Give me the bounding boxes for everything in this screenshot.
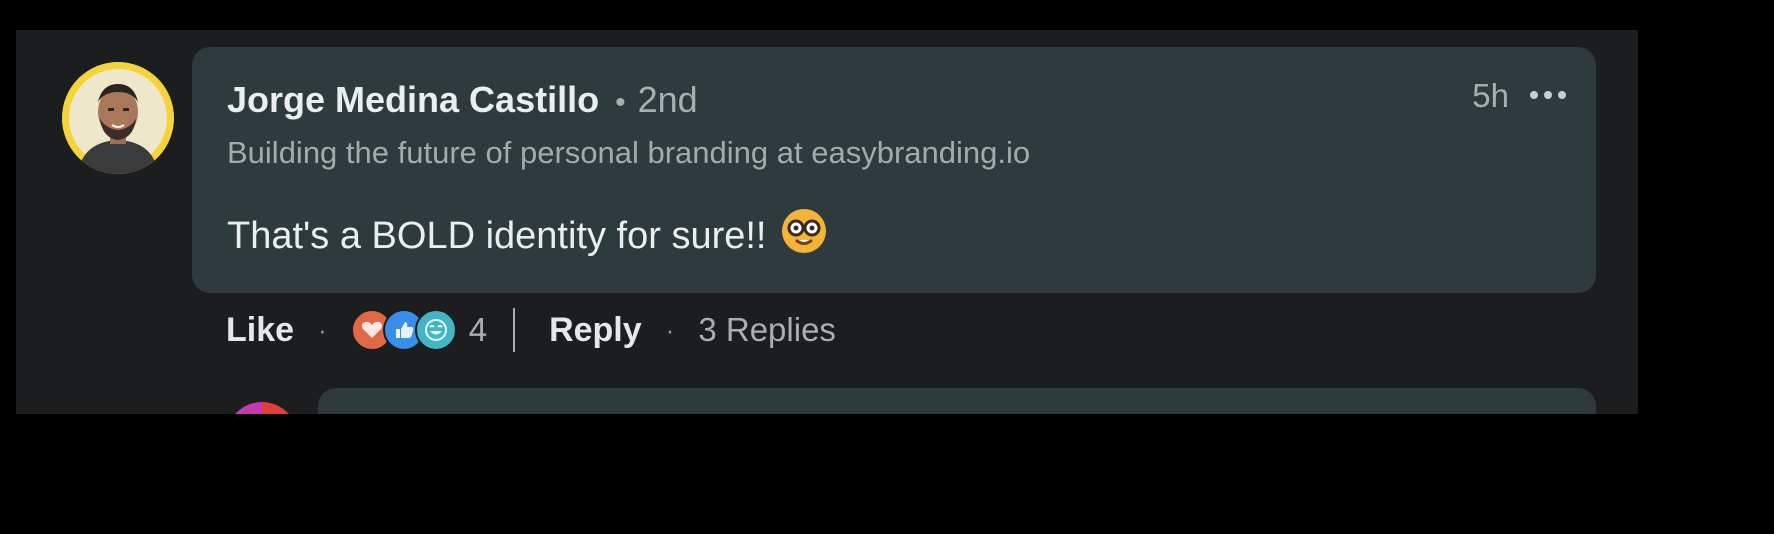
- more-options-button[interactable]: [1526, 75, 1570, 115]
- author-name[interactable]: Jorge Medina Castillo: [227, 79, 599, 121]
- nerd-face-emoji: [780, 207, 828, 265]
- avatar-photo: [62, 62, 174, 174]
- ellipsis-icon: [1530, 91, 1566, 99]
- like-button[interactable]: Like: [226, 311, 294, 350]
- author-line: Jorge Medina Castillo • 2nd: [227, 79, 698, 121]
- replies-link[interactable]: 3 Replies: [698, 311, 836, 349]
- divider: [513, 308, 516, 352]
- comments-panel: Jorge Medina Castillo • 2nd Building the…: [16, 30, 1638, 414]
- next-comment-avatar[interactable]: [226, 402, 298, 414]
- comment-actions: Like · 4 Reply · 3 Replies: [226, 306, 836, 354]
- separator-dot: •: [615, 86, 626, 119]
- next-comment-bubble: [318, 388, 1596, 414]
- comment-text: That's a BOLD identity for sure!!: [227, 214, 767, 257]
- comment-body: That's a BOLD identity for sure!!: [227, 207, 828, 265]
- separator-dot: ·: [318, 314, 327, 345]
- funny-reaction-icon: [414, 309, 457, 351]
- comment-timestamp: 5h: [1472, 77, 1509, 114]
- separator-dot: ·: [665, 314, 675, 345]
- author-avatar[interactable]: [62, 62, 174, 174]
- connection-degree: 2nd: [637, 79, 698, 120]
- author-headline: Building the future of personal branding…: [227, 135, 1031, 170]
- reactions-summary[interactable]: 4: [350, 309, 488, 351]
- reply-button[interactable]: Reply: [549, 311, 642, 350]
- reaction-count: 4: [468, 311, 488, 348]
- comment-bubble: Jorge Medina Castillo • 2nd Building the…: [192, 47, 1596, 293]
